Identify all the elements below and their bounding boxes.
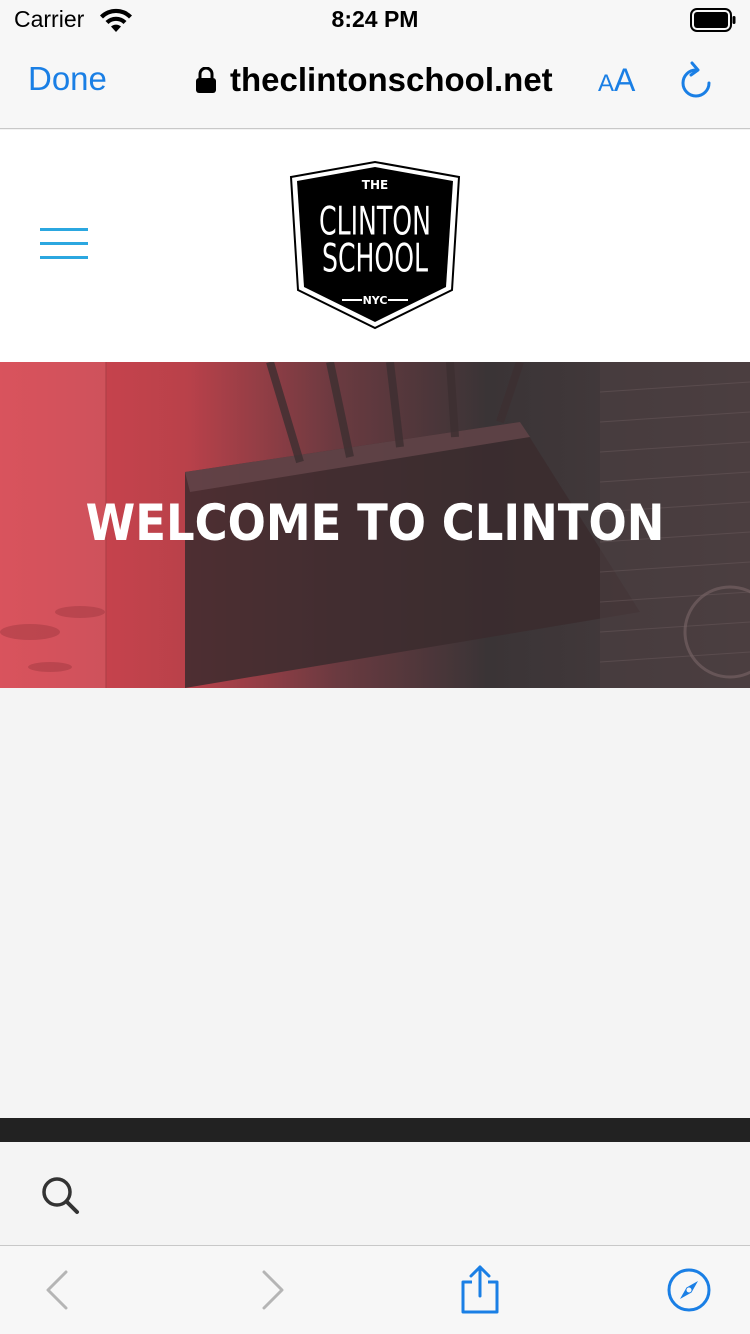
forward-icon[interactable]	[250, 1268, 294, 1312]
hamburger-menu-icon[interactable]	[40, 228, 88, 264]
site-header: THE CLINTON SCHOOL NYC	[0, 130, 750, 362]
status-time: 8:24 PM	[331, 6, 419, 32]
done-button[interactable]: Done	[28, 60, 107, 98]
site-search-bar	[0, 1142, 750, 1245]
status-bar: Carrier 8:24 PM	[0, 0, 750, 40]
logo-nyc-text: NYC	[363, 294, 388, 307]
logo-the-text: THE	[362, 178, 388, 192]
page-content	[0, 688, 750, 1118]
hero-banner: WELCOME TO CLINTON	[0, 362, 750, 688]
search-icon[interactable]	[40, 1175, 80, 1215]
battery-icon	[690, 8, 736, 32]
text-size-button[interactable]: AA	[598, 62, 635, 99]
logo-school-text: SCHOOL	[322, 235, 428, 281]
text-size-small-label: A	[598, 70, 615, 97]
url-text: theclintonschool.net	[230, 61, 553, 98]
footer-strip	[0, 1118, 750, 1142]
compass-icon[interactable]	[667, 1268, 711, 1312]
hero-title: WELCOME TO CLINTON	[85, 494, 665, 552]
back-icon[interactable]	[36, 1268, 80, 1312]
lock-icon	[196, 67, 216, 93]
browser-bottom-toolbar	[0, 1245, 750, 1334]
address-bar[interactable]: theclintonschool.net	[196, 60, 553, 100]
reload-icon[interactable]	[678, 60, 714, 100]
share-icon[interactable]	[458, 1264, 502, 1314]
browser-top-bar: Done theclintonschool.net AA	[0, 40, 750, 129]
school-logo[interactable]: THE CLINTON SCHOOL NYC	[286, 160, 464, 330]
text-size-big-label: A	[614, 62, 636, 98]
